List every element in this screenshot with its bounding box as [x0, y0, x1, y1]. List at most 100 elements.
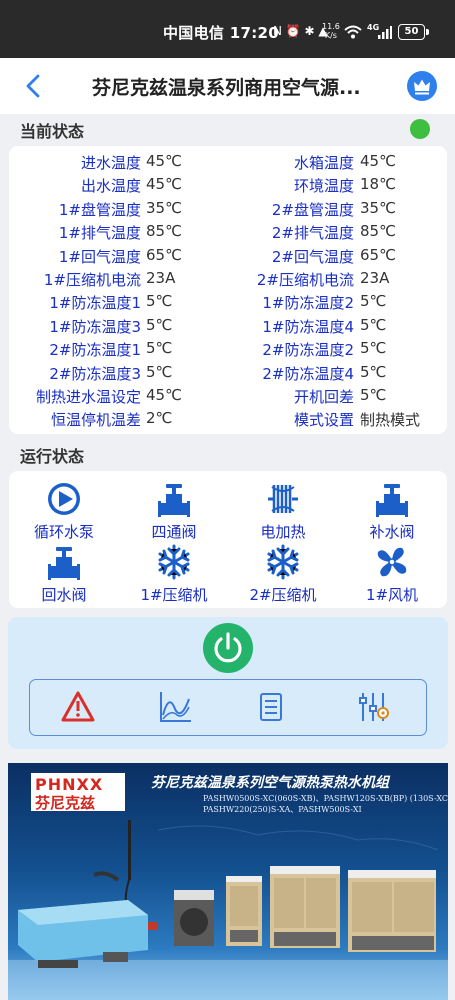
heat-pump-unit-large: [270, 866, 340, 948]
param-value: 5℃: [360, 362, 387, 381]
power-button[interactable]: [203, 623, 253, 673]
param-value: 23A: [360, 269, 390, 287]
fan-icon: [377, 547, 407, 577]
vip-crown-button[interactable]: [407, 71, 437, 101]
run-item-compressor-1[interactable]: 1#压缩机: [124, 544, 224, 605]
carrier-time: 中国电信 17:20: [163, 24, 279, 42]
online-indicator: [410, 119, 430, 139]
page-title: 芬尼克兹温泉系列商用空气源...: [92, 77, 361, 99]
param-label: 出水温度: [80, 177, 141, 196]
network-speed-value: 11.6: [322, 22, 340, 31]
param-value: 5℃: [360, 315, 387, 334]
param-value: 85℃: [360, 222, 396, 241]
run-status-heading: 运行状态: [20, 447, 85, 466]
param-label: 2#防冻温度4: [262, 364, 354, 383]
param-value: 2℃: [146, 409, 173, 428]
product-banner[interactable]: PHNXX 芬尼克兹 芬尼克兹温泉系列空气源热泵热水机组 PASHW0500S-…: [8, 763, 448, 1000]
banner-model-line-1: PASHW0500S-XC(060S-XB)、PASHW120S-XB(BP) …: [203, 794, 448, 803]
param-label: 水箱温度: [293, 154, 354, 172]
current-status-heading: 当前状态: [20, 122, 85, 141]
back-button[interactable]: [22, 72, 48, 100]
param-label: 2#防冻温度2: [262, 341, 354, 360]
snowflake-icon: [158, 544, 190, 580]
run-item-makeup-valve[interactable]: 补水阀: [342, 481, 442, 542]
param-label: 1#盘管温度: [58, 200, 141, 219]
param-row: 2#防冻温度1 5℃ 2#防冻温度2 5℃: [9, 339, 447, 362]
param-row: 恒温停机温差 2℃ 模式设置 制热模式: [9, 409, 447, 432]
param-value: 45℃: [146, 175, 182, 194]
param-row: 1#防冻温度1 5℃ 1#防冻温度2 5℃: [9, 292, 447, 315]
run-item-label: 四通阀: [151, 523, 197, 541]
alarm-button[interactable]: [60, 689, 96, 725]
param-row: 出水温度 45℃ 环境温度 18℃: [9, 175, 447, 198]
param-label: 制热进水温设定: [35, 388, 141, 406]
param-row: 1#排气温度 85℃ 2#排气温度 85℃: [9, 222, 447, 245]
param-value: 5℃: [146, 292, 173, 311]
param-row: 进水温度 45℃ 水箱温度 45℃: [9, 152, 447, 175]
param-label: 1#压缩机电流: [43, 271, 141, 289]
param-value: 5℃: [360, 386, 387, 404]
four-way-valve-icon: [158, 484, 190, 517]
param-value: 35℃: [146, 198, 182, 217]
makeup-valve-icon: [376, 484, 408, 517]
param-value: 5℃: [146, 315, 173, 334]
param-label: 开机回差: [293, 388, 354, 406]
param-value: 18℃: [360, 175, 396, 194]
gateway-device: [18, 900, 158, 968]
param-value: 45℃: [146, 386, 182, 404]
param-label: 1#防冻温度2: [262, 294, 354, 313]
status-icons: N ⏰ ✱ ▲: [273, 24, 328, 38]
run-item-label: 补水阀: [369, 523, 415, 541]
run-item-label: 回水阀: [41, 586, 87, 604]
banner-title: 芬尼克兹温泉系列空气源热泵热水机组: [151, 775, 389, 791]
run-item-label: 1#风机: [365, 586, 419, 604]
param-label: 环境温度: [293, 177, 354, 196]
param-label: 2#防冻温度1: [49, 341, 141, 360]
param-value: 45℃: [146, 152, 182, 170]
param-label: 2#防冻温度3: [49, 364, 141, 383]
heat-pump-unit-xlarge: [348, 870, 436, 952]
product-illustration: [8, 820, 448, 1000]
param-value: 5℃: [360, 292, 387, 311]
list-button[interactable]: [253, 689, 289, 725]
circulation-pump-icon: [48, 483, 80, 515]
param-value: 85℃: [146, 222, 182, 241]
run-item-four-way-valve[interactable]: 四通阀: [124, 481, 224, 542]
snowflake-icon: [267, 544, 299, 580]
settings-button[interactable]: [355, 689, 391, 725]
run-item-compressor-2[interactable]: 2#压缩机: [233, 544, 333, 605]
param-row: 1#回气温度 65℃ 2#回气温度 65℃: [9, 246, 447, 269]
param-row: 2#防冻温度3 5℃ 2#防冻温度4 5℃: [9, 363, 447, 386]
run-item-electric-heater[interactable]: 电加热: [233, 481, 333, 542]
alarm-icon: [61, 691, 95, 722]
param-label: 1#回气温度: [58, 247, 141, 266]
param-label: 1#防冻温度3: [49, 317, 141, 336]
param-label: 恒温停机温差: [50, 411, 141, 430]
run-item-fan-1[interactable]: 1#风机: [342, 544, 442, 605]
param-value: 5℃: [146, 362, 173, 381]
battery-tip: [426, 29, 429, 35]
run-item-circulation-pump[interactable]: 循环水泵: [14, 481, 114, 542]
param-label: 1#防冻温度4: [262, 317, 354, 336]
param-row: 1#盘管温度 35℃ 2#盘管温度 35℃: [9, 199, 447, 222]
brand-logo: PHNXX 芬尼克兹: [31, 773, 125, 812]
signal-icon: [378, 24, 392, 43]
param-row: 1#防冻温度3 5℃ 1#防冻温度4 5℃: [9, 316, 447, 339]
param-label: 2#排气温度: [271, 224, 354, 243]
param-label: 模式设置: [293, 411, 354, 430]
app-bar: 芬尼克兹温泉系列商用空气源...: [0, 58, 455, 114]
run-item-return-valve[interactable]: 回水阀: [14, 544, 114, 605]
chevron-left-icon: [26, 74, 40, 98]
power-icon: [214, 632, 242, 663]
run-item-label: 2#压缩机: [249, 586, 317, 604]
crown-icon: [414, 79, 430, 95]
list-icon: [260, 693, 282, 721]
param-row: 1#压缩机电流 23A 2#压缩机电流 23A: [9, 269, 447, 292]
run-item-label: 电加热: [260, 523, 306, 541]
curve-chart-button[interactable]: [157, 689, 193, 725]
param-value: 65℃: [360, 245, 396, 264]
param-label: 2#盘管温度: [271, 200, 354, 219]
params-card: 进水温度 45℃ 水箱温度 45℃ 出水温度 45℃ 环境温度 18℃ 1#盘管温度 35℃ 2#盘…: [9, 146, 447, 434]
heat-pump-unit-small: [174, 890, 214, 946]
battery-icon: 50: [398, 24, 425, 40]
